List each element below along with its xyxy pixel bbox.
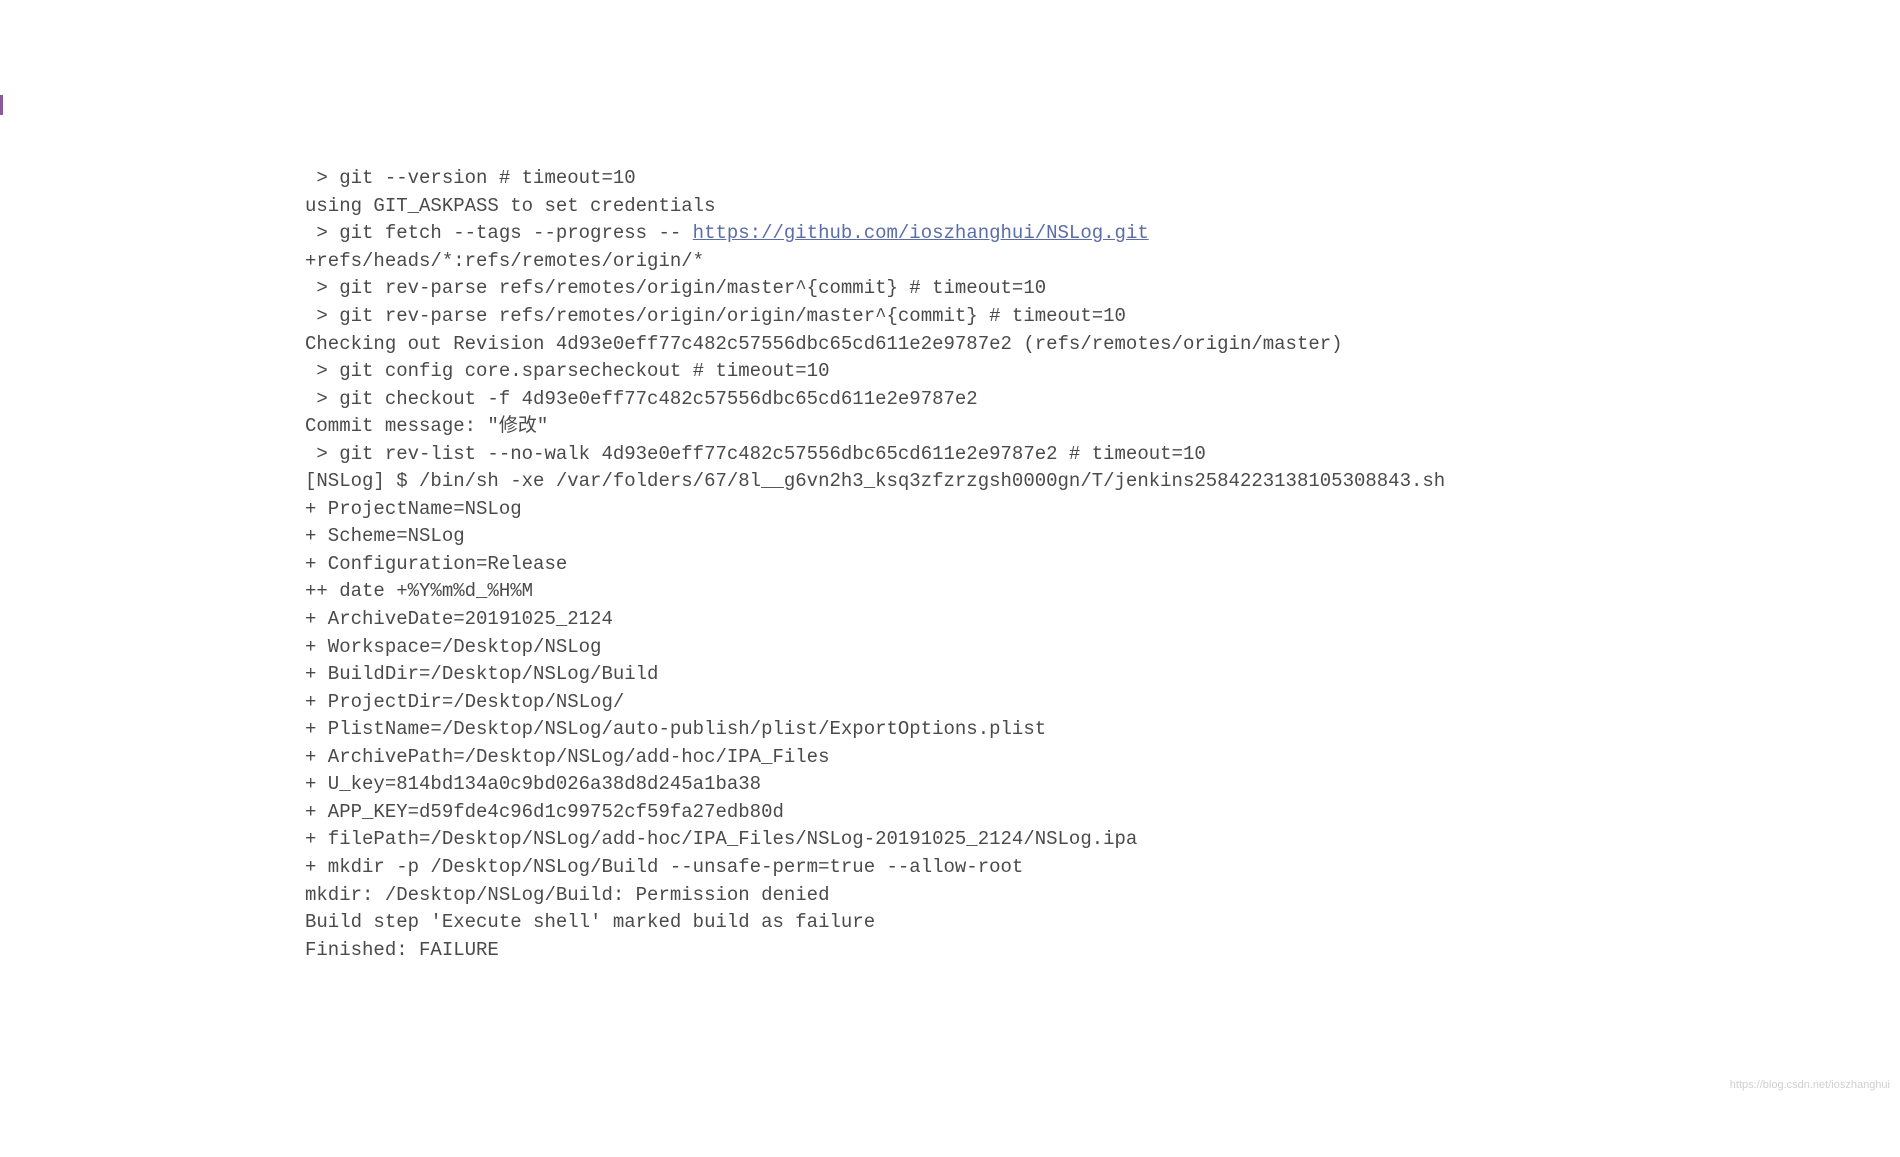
console-line: > git rev-parse refs/remotes/origin/mast… [305, 275, 1900, 303]
console-line: [NSLog] $ /bin/sh -xe /var/folders/67/8l… [305, 468, 1900, 496]
console-line: Commit message: "修改" [305, 413, 1900, 441]
git-repo-link[interactable]: https://github.com/ioszhanghui/NSLog.git [693, 222, 1149, 244]
watermark-text: https://blog.csdn.net/ioszhanghui [1730, 1078, 1890, 1094]
console-line: > git --version # timeout=10 [305, 165, 1900, 193]
console-line: + APP_KEY=d59fde4c96d1c99752cf59fa27edb8… [305, 799, 1900, 827]
console-line: +refs/heads/*:refs/remotes/origin/* [305, 248, 1900, 276]
console-line: + ArchivePath=/Desktop/NSLog/add-hoc/IPA… [305, 744, 1900, 772]
console-output: > git --version # timeout=10using GIT_AS… [305, 165, 1900, 964]
console-line: + Configuration=Release [305, 551, 1900, 579]
console-line: + ProjectName=NSLog [305, 496, 1900, 524]
console-line: Build step 'Execute shell' marked build … [305, 909, 1900, 937]
left-edge-marker [0, 95, 3, 115]
console-line: > git fetch --tags --progress -- https:/… [305, 220, 1900, 248]
console-line: + ProjectDir=/Desktop/NSLog/ [305, 689, 1900, 717]
console-line: + filePath=/Desktop/NSLog/add-hoc/IPA_Fi… [305, 826, 1900, 854]
console-line: + PlistName=/Desktop/NSLog/auto-publish/… [305, 716, 1900, 744]
console-line: + mkdir -p /Desktop/NSLog/Build --unsafe… [305, 854, 1900, 882]
console-line: Finished: FAILURE [305, 937, 1900, 965]
console-line: + Workspace=/Desktop/NSLog [305, 634, 1900, 662]
console-line: > git rev-list --no-walk 4d93e0eff77c482… [305, 441, 1900, 469]
console-line: + ArchiveDate=20191025_2124 [305, 606, 1900, 634]
console-line: + BuildDir=/Desktop/NSLog/Build [305, 661, 1900, 689]
console-line: using GIT_ASKPASS to set credentials [305, 193, 1900, 221]
console-line: ++ date +%Y%m%d_%H%M [305, 578, 1900, 606]
console-line: + Scheme=NSLog [305, 523, 1900, 551]
console-line: > git rev-parse refs/remotes/origin/orig… [305, 303, 1900, 331]
console-line: > git config core.sparsecheckout # timeo… [305, 358, 1900, 386]
console-line: mkdir: /Desktop/NSLog/Build: Permission … [305, 882, 1900, 910]
console-line: Checking out Revision 4d93e0eff77c482c57… [305, 331, 1900, 359]
console-line: + U_key=814bd134a0c9bd026a38d8d245a1ba38 [305, 771, 1900, 799]
console-line: > git checkout -f 4d93e0eff77c482c57556d… [305, 386, 1900, 414]
